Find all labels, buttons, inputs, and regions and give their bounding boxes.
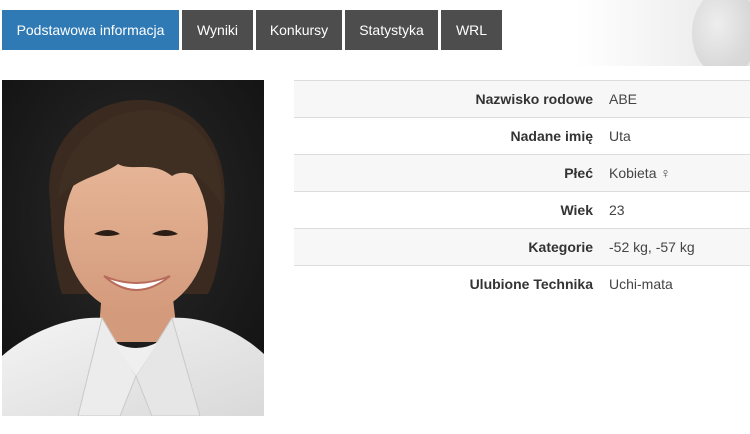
row-label: Wiek [294,191,607,229]
athlete-portrait-icon [2,80,264,416]
profile-info-table: Nazwisko rodowe ABE Nadane imię Uta Płeć… [294,80,750,303]
tab-statystyka[interactable]: Statystyka [345,10,438,50]
row-label: Ulubione Technika [294,265,607,303]
table-row: Nadane imię Uta [294,117,750,155]
row-value: ABE [607,80,750,118]
table-row: Płeć Kobieta ♀ [294,154,750,192]
athlete-photo [2,80,264,416]
row-label: Płeć [294,154,607,192]
header-decoration [575,0,750,66]
row-value: -52 kg, -57 kg [607,228,750,266]
tab-podstawowa-informacja[interactable]: Podstawowa informacja [2,10,179,50]
row-label: Nazwisko rodowe [294,80,607,118]
table-row: Nazwisko rodowe ABE [294,80,750,118]
row-label: Kategorie [294,228,607,266]
tab-wyniki[interactable]: Wyniki [182,10,253,50]
table-row: Kategorie -52 kg, -57 kg [294,228,750,266]
tab-wrl[interactable]: WRL [441,10,502,50]
row-value: Uchi-mata [607,265,750,303]
tab-konkursy[interactable]: Konkursy [256,10,342,50]
table-row: Wiek 23 [294,191,750,229]
table-row: Ulubione Technika Uchi-mata [294,265,750,303]
row-value: Uta [607,117,750,155]
row-label: Nadane imię [294,117,607,155]
profile-tabs: Podstawowa informacja Wyniki Konkursy St… [2,10,505,50]
row-value: Kobieta ♀ [607,154,750,192]
decorative-shape [692,0,750,66]
row-value: 23 [607,191,750,229]
